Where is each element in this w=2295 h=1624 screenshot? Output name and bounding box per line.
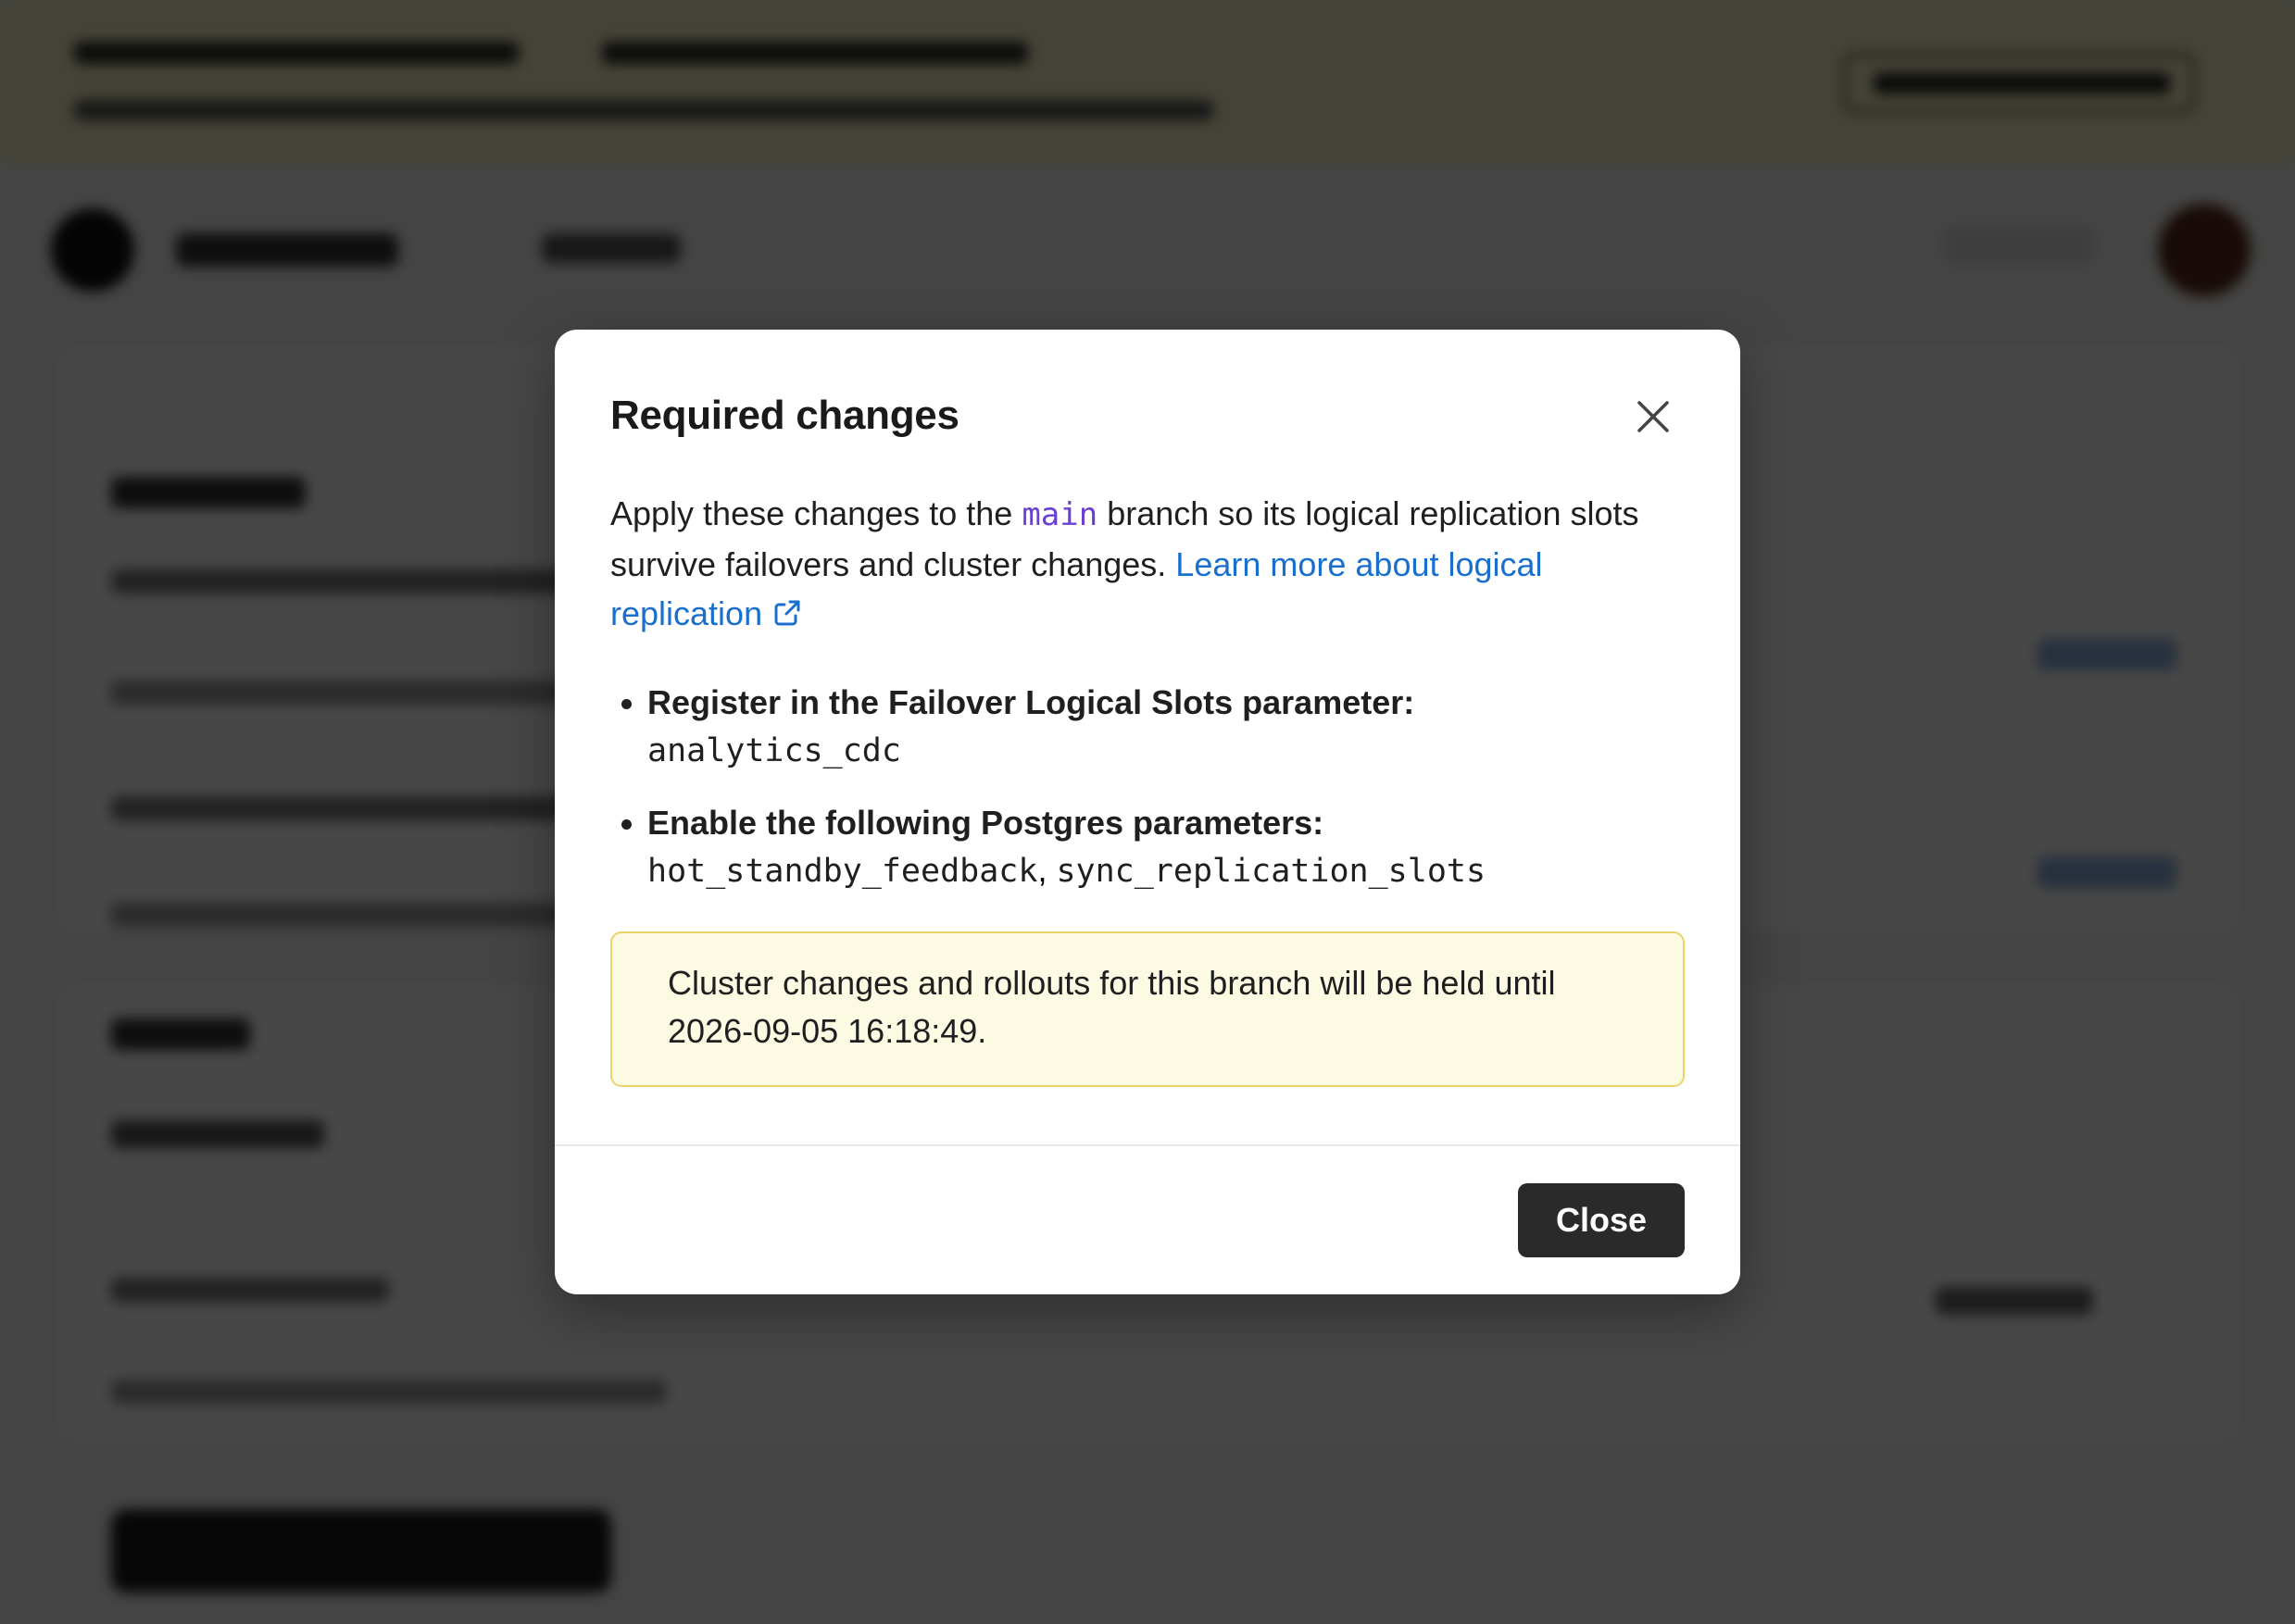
dialog-body: Apply these changes to the main branch s… <box>610 489 1685 919</box>
hold-notice: Cluster changes and rollouts for this br… <box>610 931 1685 1087</box>
parameter-code: analytics_cdc <box>647 732 901 769</box>
requirement-item: Enable the following Postgres parameters… <box>610 799 1685 895</box>
notice-datetime: 2026-09-05 16:18:49 <box>668 1012 978 1050</box>
dialog-intro: Apply these changes to the main branch s… <box>610 489 1685 642</box>
requirement-label: Register in the Failover Logical Slots p… <box>647 683 1415 721</box>
close-button[interactable]: Close <box>1518 1183 1685 1257</box>
requirement-item: Register in the Failover Logical Slots p… <box>610 679 1685 775</box>
close-dialog-button[interactable] <box>1622 385 1685 448</box>
requirement-values: hot_standby_feedback, sync_replication_s… <box>647 847 1685 895</box>
requirement-label: Enable the following Postgres parameters… <box>647 804 1324 842</box>
notice-text: Cluster changes and rollouts for this br… <box>668 964 1556 1002</box>
intro-prefix: Apply these changes to the <box>610 494 1022 532</box>
branch-name: main <box>1022 496 1098 533</box>
parameter-code: hot_standby_feedback <box>647 853 1038 890</box>
notice-end: . <box>977 1012 987 1050</box>
separator: , <box>1037 851 1057 889</box>
requirement-values: analytics_cdc <box>647 727 1685 775</box>
requirements-list: Register in the Failover Logical Slots p… <box>610 679 1685 895</box>
dialog-header: Required changes <box>610 385 1685 450</box>
dialog-title: Required changes <box>610 393 959 438</box>
external-link-icon <box>771 593 803 642</box>
required-changes-dialog: Required changes Apply these changes to … <box>555 330 1740 1294</box>
close-icon <box>1637 401 1669 432</box>
parameter-code: sync_replication_slots <box>1056 853 1486 890</box>
footer-divider <box>555 1144 1740 1146</box>
